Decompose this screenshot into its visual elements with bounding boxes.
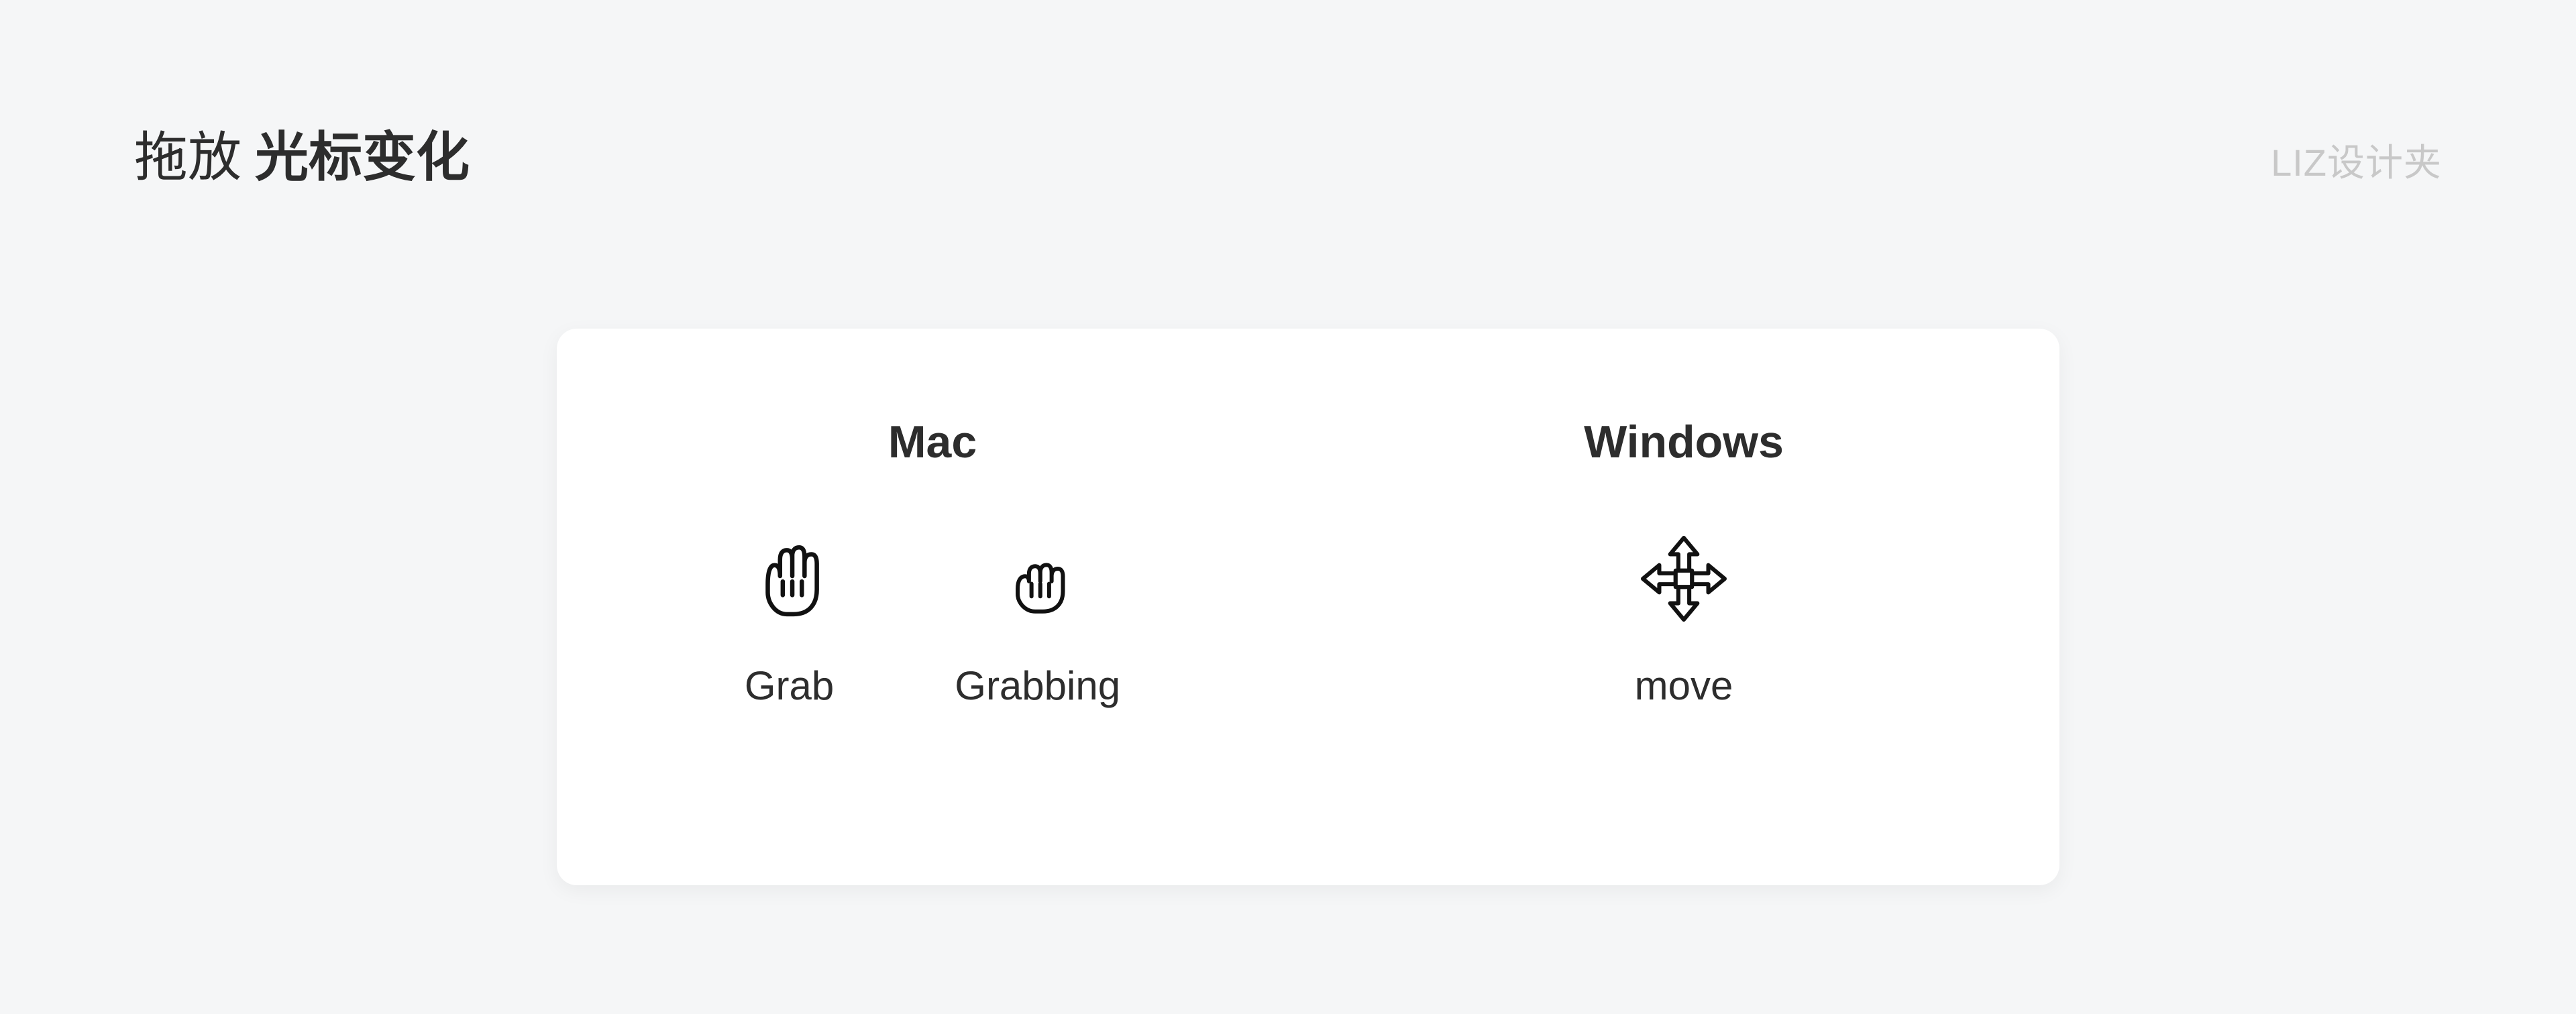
title-prefix: 拖放 (134, 114, 241, 192)
title-main: 光标变化 (255, 114, 470, 192)
column-heading: Mac (888, 416, 977, 468)
cursor-item-grab: Grab (745, 535, 834, 709)
cursor-item-move: move (1635, 535, 1733, 709)
cursor-row: move (1635, 535, 1733, 709)
cursor-label: Grab (745, 663, 834, 709)
cursor-comparison-card: Mac Grab (557, 329, 2059, 885)
grab-hand-icon (746, 535, 833, 622)
column-heading: Windows (1584, 416, 1784, 468)
mac-column: Mac Grab (557, 329, 1308, 885)
move-cursor-icon (1640, 535, 1727, 622)
cursor-row: Grab Grabbing (745, 535, 1120, 709)
grabbing-hand-icon (994, 535, 1081, 622)
cursor-item-grabbing: Grabbing (955, 535, 1120, 709)
watermark: LIZ设计夹 (2271, 133, 2442, 187)
windows-column: Windows (1308, 329, 2059, 885)
cursor-label: Grabbing (955, 663, 1120, 709)
page-header: 拖放 光标变化 LIZ设计夹 (134, 114, 2442, 192)
cursor-label: move (1635, 663, 1733, 709)
page-title: 拖放 光标变化 (134, 114, 470, 192)
